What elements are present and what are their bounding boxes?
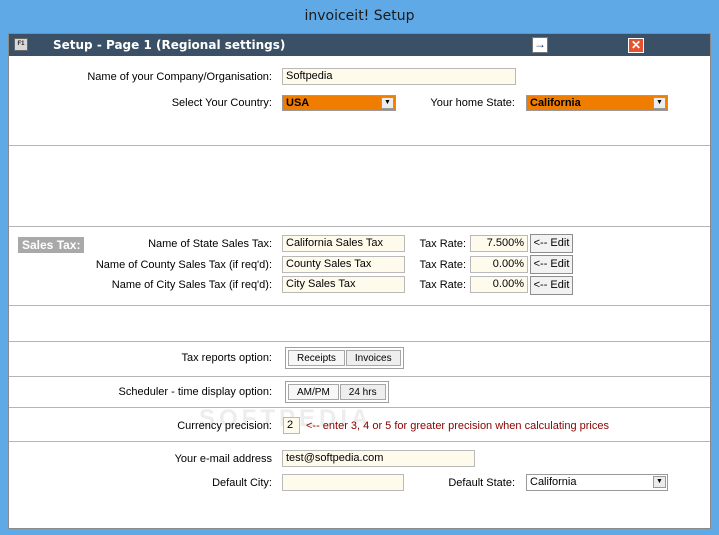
currency-precision-hint: <-- enter 3, 4 or 5 for greater precisio… xyxy=(306,420,609,432)
chevron-down-icon[interactable]: ▼ xyxy=(653,97,666,109)
city-tax-edit-button[interactable]: <-- Edit xyxy=(530,276,573,295)
close-button[interactable]: ✕ xyxy=(628,38,644,53)
close-icon: ✕ xyxy=(630,38,642,52)
chevron-down-icon[interactable]: ▼ xyxy=(381,97,394,109)
default-city-field[interactable] xyxy=(282,474,404,491)
default-state-label: Default State: xyxy=(448,477,515,489)
f1-help-button[interactable]: F1 xyxy=(14,38,28,51)
divider xyxy=(9,441,710,442)
company-name-field[interactable]: Softpedia xyxy=(282,68,516,85)
currency-precision-field[interactable]: 2 xyxy=(283,417,300,434)
county-tax-label: Name of County Sales Tax (if req'd): xyxy=(95,259,272,271)
tax-reports-receipts-option[interactable]: Receipts xyxy=(288,350,345,366)
default-state-select[interactable]: California ▼ xyxy=(526,474,668,491)
county-tax-edit-button[interactable]: <-- Edit xyxy=(530,255,573,274)
scheduler-toggle: AM/PM 24 hrs xyxy=(285,381,389,403)
city-tax-name-field[interactable]: City Sales Tax xyxy=(282,276,405,293)
city-tax-rate-field[interactable]: 0.00% xyxy=(470,276,528,293)
chevron-down-icon[interactable]: ▼ xyxy=(653,476,666,488)
state-tax-rate-label: Tax Rate: xyxy=(419,238,466,250)
scheduler-ampm-option[interactable]: AM/PM xyxy=(288,384,339,400)
sales-tax-badge: Sales Tax: xyxy=(18,237,85,253)
setup-panel: F1 Setup - Page 1 (Regional settings) → … xyxy=(8,33,711,529)
divider xyxy=(9,226,710,227)
city-tax-rate-label: Tax Rate: xyxy=(419,279,466,291)
state-tax-name-field[interactable]: California Sales Tax xyxy=(282,235,405,252)
tax-reports-label: Tax reports option: xyxy=(181,352,273,364)
divider xyxy=(9,145,710,146)
state-tax-edit-button[interactable]: <-- Edit xyxy=(530,234,573,253)
window-title: invoiceit! Setup xyxy=(304,8,415,24)
country-select[interactable]: USA ▼ xyxy=(282,95,396,111)
email-field[interactable]: test@softpedia.com xyxy=(282,450,475,467)
page-title: Setup - Page 1 (Regional settings) xyxy=(53,38,286,52)
home-state-select-value: California xyxy=(530,97,581,109)
page-header: F1 Setup - Page 1 (Regional settings) → … xyxy=(9,34,710,56)
next-page-button[interactable]: → xyxy=(532,37,548,53)
country-select-value: USA xyxy=(286,97,310,109)
scheduler-24hrs-option[interactable]: 24 hrs xyxy=(339,384,386,400)
company-label: Name of your Company/Organisation: xyxy=(87,71,272,83)
window-titlebar: invoiceit! Setup xyxy=(0,0,719,33)
county-tax-rate-field[interactable]: 0.00% xyxy=(470,256,528,273)
state-tax-label: Name of State Sales Tax: xyxy=(148,238,272,250)
tax-reports-invoices-option[interactable]: Invoices xyxy=(345,350,401,366)
scheduler-label: Scheduler - time display option: xyxy=(118,386,272,398)
home-state-select[interactable]: California ▼ xyxy=(526,95,668,111)
divider xyxy=(9,341,710,342)
divider xyxy=(9,376,710,377)
default-state-select-value: California xyxy=(530,476,577,488)
county-tax-rate-label: Tax Rate: xyxy=(419,259,466,271)
country-label: Select Your Country: xyxy=(171,97,272,109)
tax-reports-toggle: Receipts Invoices xyxy=(285,347,404,369)
state-tax-rate-field[interactable]: 7.500% xyxy=(470,235,528,252)
city-tax-label: Name of City Sales Tax (if req'd): xyxy=(111,279,272,291)
default-city-label: Default City: xyxy=(212,477,272,489)
currency-precision-label: Currency precision: xyxy=(177,420,272,432)
email-label: Your e-mail address xyxy=(174,453,272,465)
arrow-right-icon: → xyxy=(534,37,546,51)
home-state-label: Your home State: xyxy=(430,97,515,109)
divider xyxy=(9,305,710,306)
county-tax-name-field[interactable]: County Sales Tax xyxy=(282,256,405,273)
